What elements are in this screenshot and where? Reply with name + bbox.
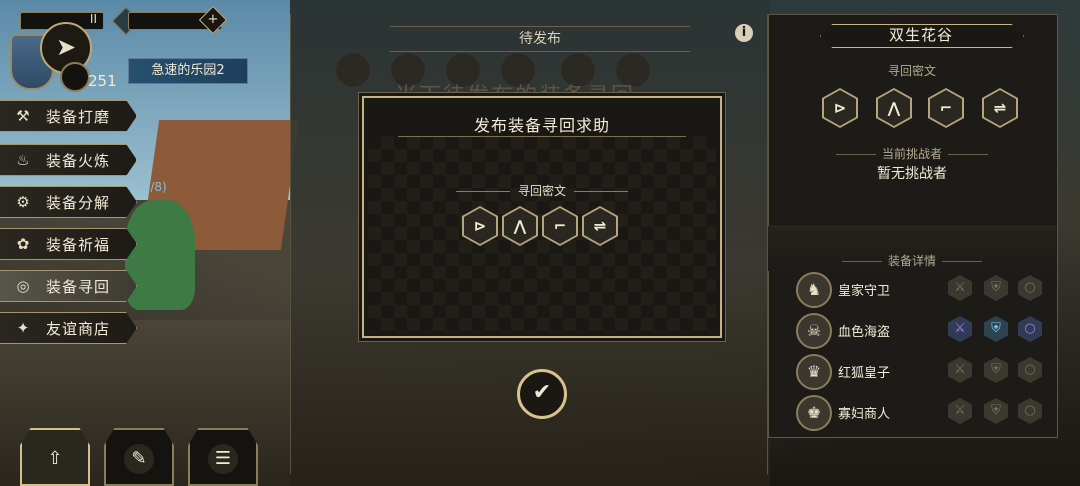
cipher-label-row: 寻回密文 xyxy=(364,182,720,199)
ring-icon: ○ xyxy=(1018,275,1042,301)
menu-item-forge[interactable]: ♨ 装备火炼 xyxy=(0,144,137,176)
menu-item-label: 装备祈福 xyxy=(46,235,111,254)
ring-icon: ○ xyxy=(1018,316,1042,342)
menu-item-friend-shop[interactable]: ✦ 友谊商店 xyxy=(0,312,137,344)
list-button[interactable]: ☰ xyxy=(188,428,258,486)
tree xyxy=(125,200,195,310)
avatar: ♞ xyxy=(796,272,832,308)
divider xyxy=(841,261,882,262)
menu-item-disassemble[interactable]: ⚙ 装备分解 xyxy=(0,186,137,218)
pause-icon[interactable]: II xyxy=(90,12,97,26)
no-challenger-text: 暂无挑战者 xyxy=(877,166,947,182)
divider xyxy=(835,154,876,155)
menu-item-polish[interactable]: ⚒ 装备打磨 xyxy=(0,100,137,132)
avatar: ♛ xyxy=(796,354,832,390)
challenger-label: 当前挑战者 xyxy=(881,147,942,161)
sword-icon: ⚔ xyxy=(948,398,972,424)
upload-icon: ⇧ xyxy=(40,444,70,474)
divider xyxy=(398,136,686,137)
level-ring-icon xyxy=(60,62,90,92)
character-row[interactable]: ♚ 寡妇商人 ⚔ ⛨ ○ xyxy=(796,395,1046,431)
menu-item-label: 装备分解 xyxy=(46,193,111,212)
ghost-rune-icon xyxy=(335,52,371,88)
divider xyxy=(455,191,510,192)
divider xyxy=(948,154,988,155)
player-level: 251 xyxy=(88,72,117,90)
list-icon: ☰ xyxy=(208,444,238,474)
info-icon[interactable]: i xyxy=(735,24,753,42)
character-row[interactable]: ♛ 红狐皇子 ⚔ ⛨ ○ xyxy=(796,354,1046,390)
sword-icon: ⚔ xyxy=(948,275,972,301)
armor-icon: ⛨ xyxy=(984,398,1008,424)
menu-item-retrieve[interactable]: ◎ 装备寻回 xyxy=(0,270,137,302)
cipher-label: 寻回密文 xyxy=(517,184,566,198)
divider xyxy=(942,261,982,262)
armor-icon: ⛨ xyxy=(984,275,1008,301)
avatar: ♚ xyxy=(796,395,832,431)
disassemble-icon: ⚙ xyxy=(16,193,30,211)
challenger-section-label: 当前挑战者 xyxy=(768,145,1056,162)
tab-pending[interactable]: 待发布 xyxy=(390,26,690,52)
menu-item-label: 友谊商店 xyxy=(46,319,111,338)
menu-item-label: 装备火炼 xyxy=(46,151,111,170)
rune-icon: ⋀ xyxy=(878,90,910,126)
plus-icon: + xyxy=(207,12,219,27)
hammer-icon: ⚒ xyxy=(16,107,30,125)
character-name: 血色海盗 xyxy=(838,325,891,340)
ring-icon: ○ xyxy=(1018,357,1042,383)
rune-icon: ⌐ xyxy=(544,208,576,244)
stage-banner: 急速的乐园2 xyxy=(128,58,248,84)
upload-button[interactable]: ⇧ xyxy=(20,428,90,486)
publish-dialog: 发布装备寻回求助 寻回密文 ⊳ ⋀ ⌐ ⇌ xyxy=(362,96,722,338)
feather-icon: ✎ xyxy=(124,444,154,474)
lotus-icon: ✿ xyxy=(16,235,30,253)
character-row[interactable]: ☠ 血色海盗 ⚔ ⛨ ○ xyxy=(796,313,1046,349)
menu-item-label: 装备打磨 xyxy=(46,107,111,126)
stage-name: 急速的乐园2 xyxy=(151,63,225,78)
armor-icon: ⛨ xyxy=(984,357,1008,383)
confirm-button[interactable]: ✔ xyxy=(517,369,567,419)
equip-section-label: 装备详情 xyxy=(768,252,1056,269)
sword-icon: ⚔ xyxy=(948,357,972,383)
rune-icon: ⌐ xyxy=(930,90,962,126)
rune-icon: ⊳ xyxy=(824,90,856,126)
armor-icon: ⛨ xyxy=(984,316,1008,342)
sword-icon: ⚔ xyxy=(948,316,972,342)
rune-icon: ⊳ xyxy=(464,208,496,244)
character-name: 寡妇商人 xyxy=(838,407,891,422)
location-title: 双生花谷 xyxy=(888,26,953,44)
rune-icon: ⇌ xyxy=(984,90,1016,126)
cipher-label: 寻回密文 xyxy=(887,64,936,78)
character-name: 皇家守卫 xyxy=(838,284,891,299)
rune-icon: ⇌ xyxy=(584,208,616,244)
retrieve-icon: ◎ xyxy=(16,277,30,295)
cipher-section-label: 寻回密文 xyxy=(768,62,1056,79)
feather-button[interactable]: ✎ xyxy=(104,428,174,486)
equip-label: 装备详情 xyxy=(887,254,936,268)
dialog-title: 发布装备寻回求助 xyxy=(473,116,610,135)
menu-item-bless[interactable]: ✿ 装备祈福 xyxy=(0,228,137,260)
rune-icon: ⋀ xyxy=(504,208,536,244)
ring-icon: ○ xyxy=(1018,398,1042,424)
menu-item-label: 装备寻回 xyxy=(46,277,111,296)
avatar: ☠ xyxy=(796,313,832,349)
character-name: 红狐皇子 xyxy=(838,366,891,381)
flame-icon: ♨ xyxy=(16,151,30,169)
divider xyxy=(574,191,628,192)
character-row[interactable]: ♞ 皇家守卫 ⚔ ⛨ ○ xyxy=(796,272,1046,308)
progress-count: (0/8) xyxy=(138,180,167,194)
fox-icon: ✦ xyxy=(16,319,30,337)
